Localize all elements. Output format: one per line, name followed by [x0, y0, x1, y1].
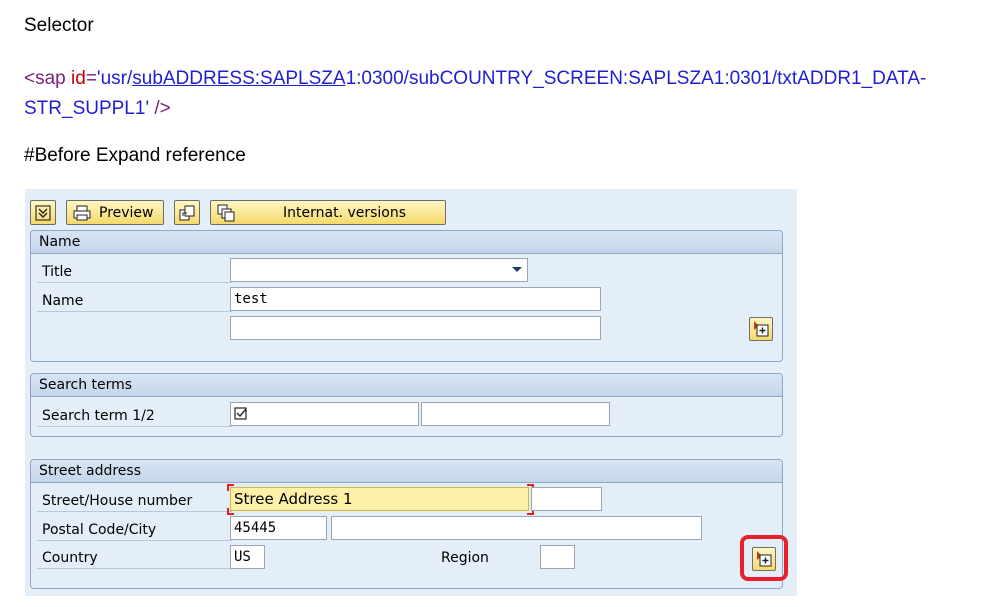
document-arrow-icon: [179, 205, 195, 220]
code-usr: usr/: [100, 68, 133, 89]
street-field[interactable]: Stree Address 1: [230, 487, 529, 511]
name-group-title: Name: [31, 231, 782, 254]
document-heading: Selector: [24, 15, 94, 36]
name2-field[interactable]: [230, 316, 601, 340]
print-options-button[interactable]: [174, 200, 200, 225]
focus-corner-tl: [227, 484, 234, 491]
code-tag-open: <sap: [24, 68, 66, 89]
search-term2-field[interactable]: [421, 402, 610, 426]
search-term-label: Search term 1/2: [37, 403, 232, 427]
name-group: Name Title Name test: [30, 230, 783, 362]
house-number-field[interactable]: [531, 487, 602, 511]
versions-icon: [217, 204, 235, 221]
street-address-title: Street address: [31, 460, 782, 483]
street-label: Street/House number: [37, 488, 232, 512]
search-terms-title: Search terms: [31, 374, 782, 397]
country-label: Country: [37, 545, 232, 569]
search-terms-group: Search terms Search term 1/2: [30, 373, 783, 437]
postal-code-field[interactable]: 45445: [230, 516, 327, 540]
preview-label: Preview: [99, 204, 154, 221]
focus-corner-bl: [227, 508, 234, 515]
sap-screen: Preview Internat. versions Name Title Na…: [25, 189, 797, 596]
street-address-group: Street address Street/House number Stree…: [30, 459, 788, 589]
collapse-button[interactable]: [30, 200, 56, 225]
postal-label: Postal Code/City: [37, 517, 232, 541]
preview-button[interactable]: Preview: [66, 200, 164, 225]
name-field[interactable]: test: [230, 287, 601, 311]
selector-code: <sap id='usr/subADDRESS:SAPLSZA1:0300/su…: [24, 64, 999, 124]
city-field[interactable]: [331, 516, 702, 540]
region-field[interactable]: [540, 545, 575, 569]
region-label: Region: [441, 550, 489, 566]
name-expand-button[interactable]: [749, 317, 773, 341]
search-term1-field[interactable]: [230, 402, 419, 426]
country-field[interactable]: US: [230, 545, 265, 569]
title-label: Title: [37, 259, 232, 283]
internat-versions-button[interactable]: Internat. versions: [210, 200, 446, 225]
checkmark-icon: [234, 407, 247, 420]
code-tag-close: />: [149, 98, 171, 119]
internat-versions-label: Internat. versions: [283, 204, 407, 221]
title-dropdown[interactable]: [230, 258, 528, 282]
dropdown-arrow-icon: [512, 267, 522, 272]
document-note: #Before Expand reference: [24, 145, 246, 166]
highlight-box: [740, 535, 788, 581]
name-label: Name: [37, 288, 232, 312]
code-attr: id: [71, 68, 86, 89]
expand-icon: [754, 321, 769, 337]
printer-icon: [73, 205, 91, 220]
double-chevron-icon: [35, 204, 51, 221]
code-eq: =: [85, 68, 97, 89]
code-sub-link[interactable]: subADDRESS:SAPLSZA: [132, 68, 345, 89]
